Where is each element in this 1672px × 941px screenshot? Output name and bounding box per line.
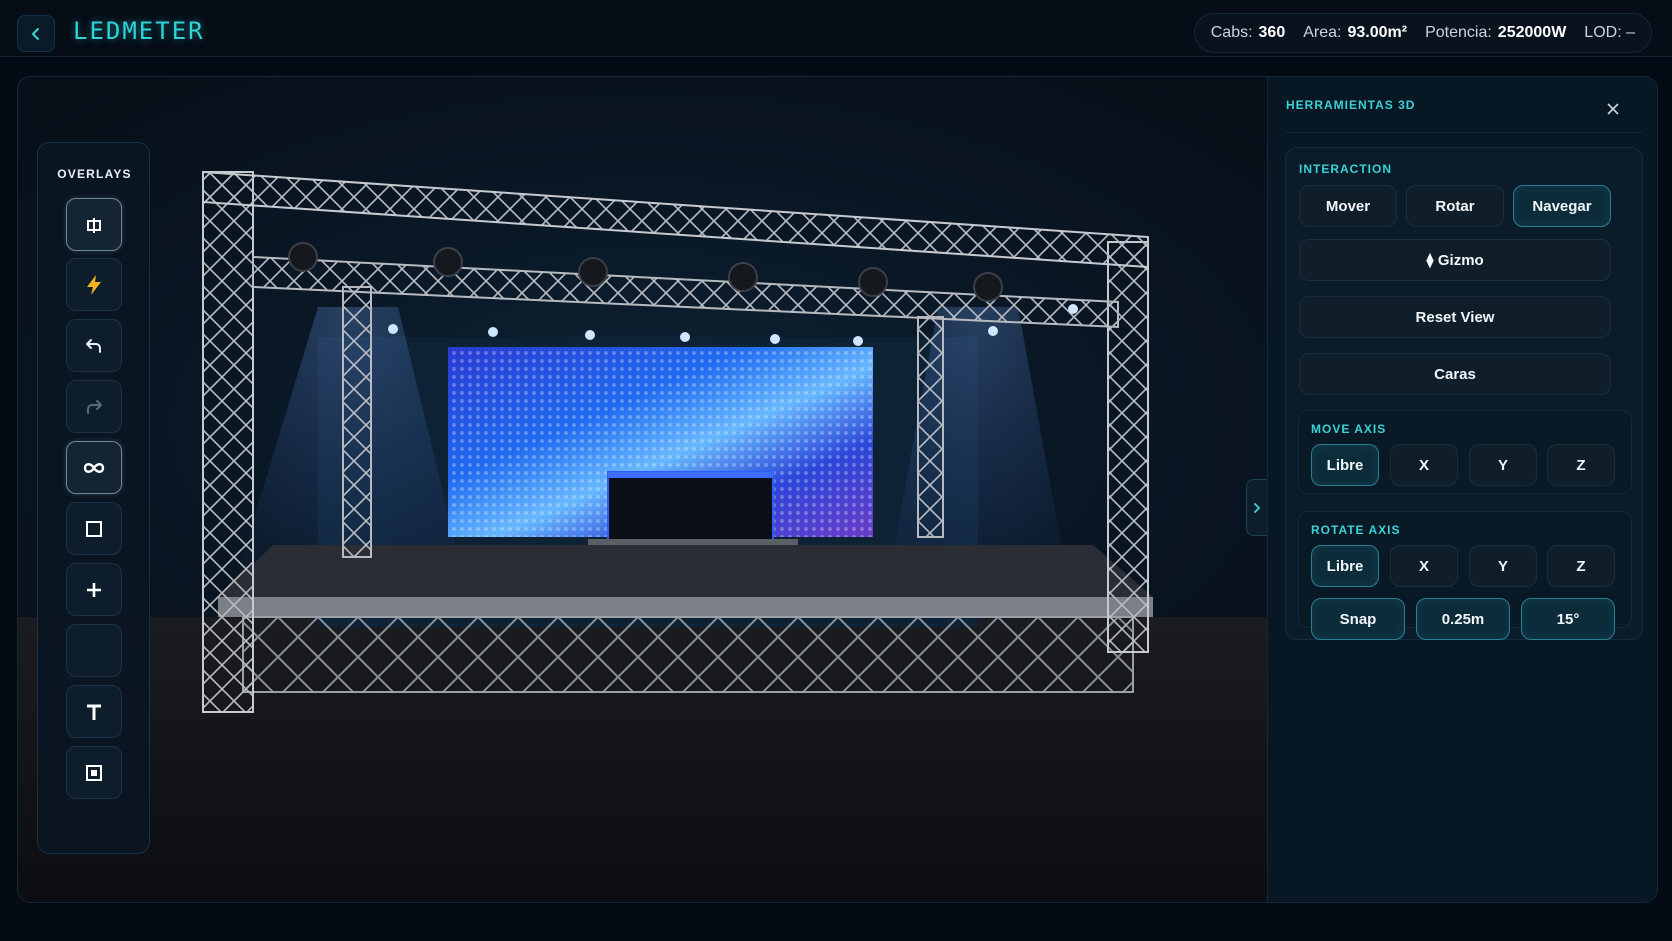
rotate-axis-libre[interactable]: Libre	[1311, 545, 1379, 587]
stat-area: Area: 93.00m²	[1303, 24, 1408, 41]
plus-icon	[87, 582, 101, 597]
rotate-axis-label: ROTATE AXIS	[1311, 523, 1401, 537]
stats-bar: Cabs: 360 Area: 93.00m² Potencia: 252000W L…	[1193, 13, 1652, 53]
mode-rotar-button[interactable]: Rotar	[1406, 185, 1504, 227]
chevron-left-icon	[32, 27, 39, 40]
close-icon	[1607, 103, 1619, 115]
back-button[interactable]	[17, 15, 55, 52]
panel-split-icon	[87, 217, 101, 233]
overlays-panel: OVERLAYS	[37, 142, 150, 854]
gizmo-button[interactable]: ⧫ Gizmo	[1299, 239, 1611, 281]
tool-text[interactable]	[66, 685, 122, 738]
panel-title: HERRAMIENTAS 3D	[1286, 98, 1416, 112]
stat-lod: LOD: –	[1584, 24, 1635, 41]
stage-scene	[18, 170, 1267, 902]
tool-power[interactable]	[66, 258, 122, 311]
chevron-right-icon	[1254, 502, 1261, 513]
infinity-icon	[83, 462, 105, 473]
top-bar: LEDMETER Cabs: 360 Area: 93.00m² Potencia:…	[0, 0, 1672, 57]
rotate-axis-x[interactable]: X	[1390, 545, 1458, 587]
move-axis-label: MOVE AXIS	[1311, 422, 1387, 436]
interaction-card: INTERACTION Mover Rotar Navegar ⧫ Gizmo …	[1285, 147, 1643, 640]
stat-power: Potencia: 252000W	[1425, 24, 1567, 41]
move-axis-z[interactable]: Z	[1547, 444, 1615, 486]
move-axis-libre[interactable]: Libre	[1311, 444, 1379, 486]
redo-icon	[87, 399, 102, 414]
tool-select-box[interactable]	[66, 502, 122, 555]
tool-panel-split[interactable]	[66, 198, 122, 251]
overlays-title: OVERLAYS	[57, 167, 132, 181]
snap-toggle[interactable]: Snap	[1311, 598, 1405, 640]
undo-icon	[86, 338, 101, 353]
snap-distance[interactable]: 0.25m	[1416, 598, 1510, 640]
mode-mover-button[interactable]: Mover	[1299, 185, 1397, 227]
panel-collapse-tab[interactable]	[1246, 479, 1267, 536]
workspace-frame: OVERLAYS HERRAMIENTAS 3D INTERACTION Mov…	[17, 76, 1658, 903]
tool-undo[interactable]	[66, 319, 122, 372]
rotate-axis-y[interactable]: Y	[1469, 545, 1537, 587]
divider	[1286, 132, 1642, 133]
tool-frame[interactable]	[66, 746, 122, 799]
reset-view-button[interactable]: Reset View	[1299, 296, 1611, 338]
tool-add[interactable]	[66, 563, 122, 616]
caras-button[interactable]: Caras	[1299, 353, 1611, 395]
snap-angle[interactable]: 15°	[1521, 598, 1615, 640]
frame-icon	[86, 764, 102, 781]
app-title: LEDMETER	[73, 17, 205, 45]
interaction-label: INTERACTION	[1299, 162, 1392, 176]
mode-navegar-button[interactable]: Navegar	[1513, 185, 1611, 227]
rotate-axis-section: ROTATE AXIS Libre X Y Z Snap 0.25m 15°	[1298, 511, 1632, 640]
lightning-icon	[87, 274, 101, 295]
move-axis-section: MOVE AXIS Libre X Y Z	[1298, 410, 1632, 494]
tool-loop[interactable]	[66, 441, 122, 494]
close-panel-button[interactable]	[1603, 99, 1623, 119]
3d-viewport[interactable]: OVERLAYS	[18, 77, 1267, 902]
move-axis-y[interactable]: Y	[1469, 444, 1537, 486]
text-icon	[87, 704, 101, 720]
tool-redo[interactable]	[66, 380, 122, 433]
tool-blank[interactable]	[66, 624, 122, 677]
square-icon	[86, 520, 102, 537]
rotate-axis-z[interactable]: Z	[1547, 545, 1615, 587]
move-axis-x[interactable]: X	[1390, 444, 1458, 486]
stat-cabs: Cabs: 360	[1210, 24, 1286, 41]
tools-panel: HERRAMIENTAS 3D INTERACTION Mover Rotar …	[1267, 77, 1657, 902]
